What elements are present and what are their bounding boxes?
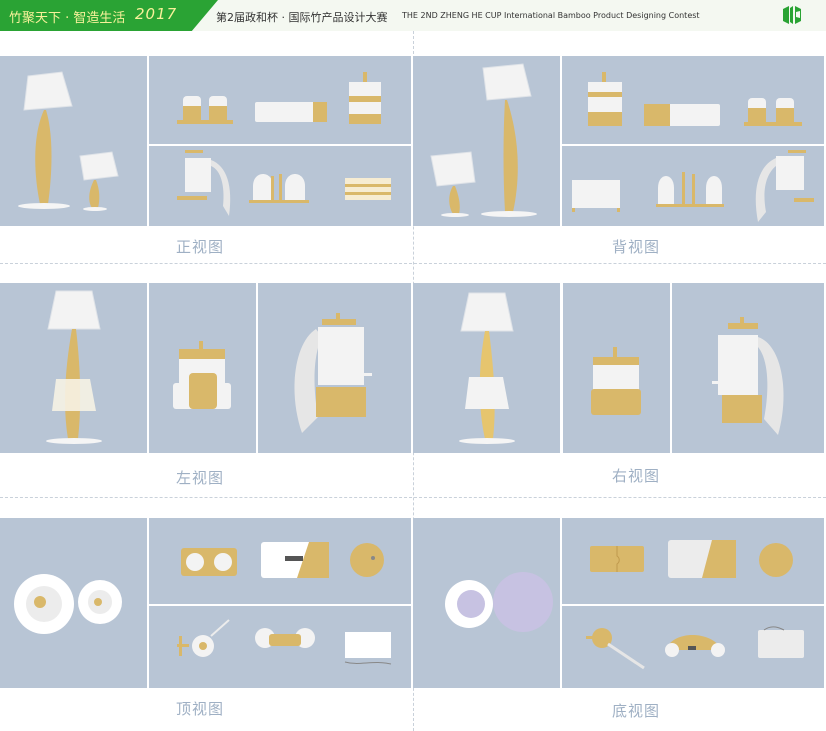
bamboo-logo-icon [780, 5, 804, 25]
header-bar: 竹聚天下 · 智造生活 2017 第2届政和杯 · 国际竹产品设计大赛 THE … [0, 0, 826, 31]
brand-banner: 竹聚天下 · 智造生活 2017 [0, 0, 218, 31]
front-view-label: 正视图 [175, 238, 224, 256]
right-holder-panel [672, 283, 824, 453]
bottom-accessories-illustration-2 [586, 626, 804, 670]
top-lamp-illustration [14, 574, 122, 634]
back-accessories-illustration-2 [572, 150, 814, 222]
left-accessory-illustration [173, 341, 231, 409]
left-lamp-panel [0, 283, 147, 453]
left-view-label: 左视图 [175, 469, 224, 487]
right-holder-illustration [712, 317, 784, 435]
back-accessories-illustration [588, 72, 802, 126]
top-lamp-panel [0, 518, 147, 688]
front-lamp-panel [0, 56, 147, 226]
right-accessory-illustration [591, 347, 641, 415]
back-accessories-panel-top [562, 56, 824, 144]
top-accessories-illustration-2 [177, 619, 392, 665]
left-lamp-illustration [46, 290, 102, 444]
top-accessories-panel-top [149, 518, 411, 604]
back-lamp-panel [413, 56, 560, 226]
back-lamp-illustration [430, 63, 537, 217]
top-view-label: 顶视图 [175, 700, 224, 718]
row-divider-1 [0, 263, 826, 264]
brand-slogan: 竹聚天下 · 智造生活 [9, 11, 126, 26]
bottom-accessories-panel-top [562, 518, 824, 604]
left-holder-illustration [294, 313, 372, 433]
front-accessories-illustration-2 [177, 150, 391, 216]
right-lamp-panel [413, 283, 560, 453]
left-holder-panel [258, 283, 411, 453]
back-accessories-panel-bottom [562, 146, 824, 226]
right-accessory-panel [563, 283, 670, 453]
back-view-label: 背视图 [611, 238, 660, 256]
left-accessory-panel [149, 283, 256, 453]
front-accessories-panel-bottom [149, 146, 411, 226]
contest-title-cn: 第2届政和杯 · 国际竹产品设计大赛 [216, 11, 388, 24]
row-divider-2 [0, 497, 826, 498]
top-accessories-panel-bottom [149, 606, 411, 688]
bottom-lamp-panel [413, 518, 560, 688]
bottom-view-label: 底视图 [611, 702, 660, 720]
contest-title-en: THE 2ND ZHENG HE CUP International Bambo… [402, 11, 700, 20]
bottom-accessories-panel-bottom [562, 606, 824, 688]
right-lamp-illustration [459, 292, 515, 444]
bottom-accessories-illustration [590, 540, 793, 578]
bottom-lamp-illustration [445, 572, 553, 632]
lamp-pair-illustration [18, 71, 119, 211]
right-view-label: 右视图 [611, 467, 660, 485]
front-accessories-illustration [177, 72, 381, 124]
front-accessories-panel-top [149, 56, 411, 144]
top-accessories-illustration [181, 542, 384, 578]
brand-year: 2017 [135, 5, 178, 23]
